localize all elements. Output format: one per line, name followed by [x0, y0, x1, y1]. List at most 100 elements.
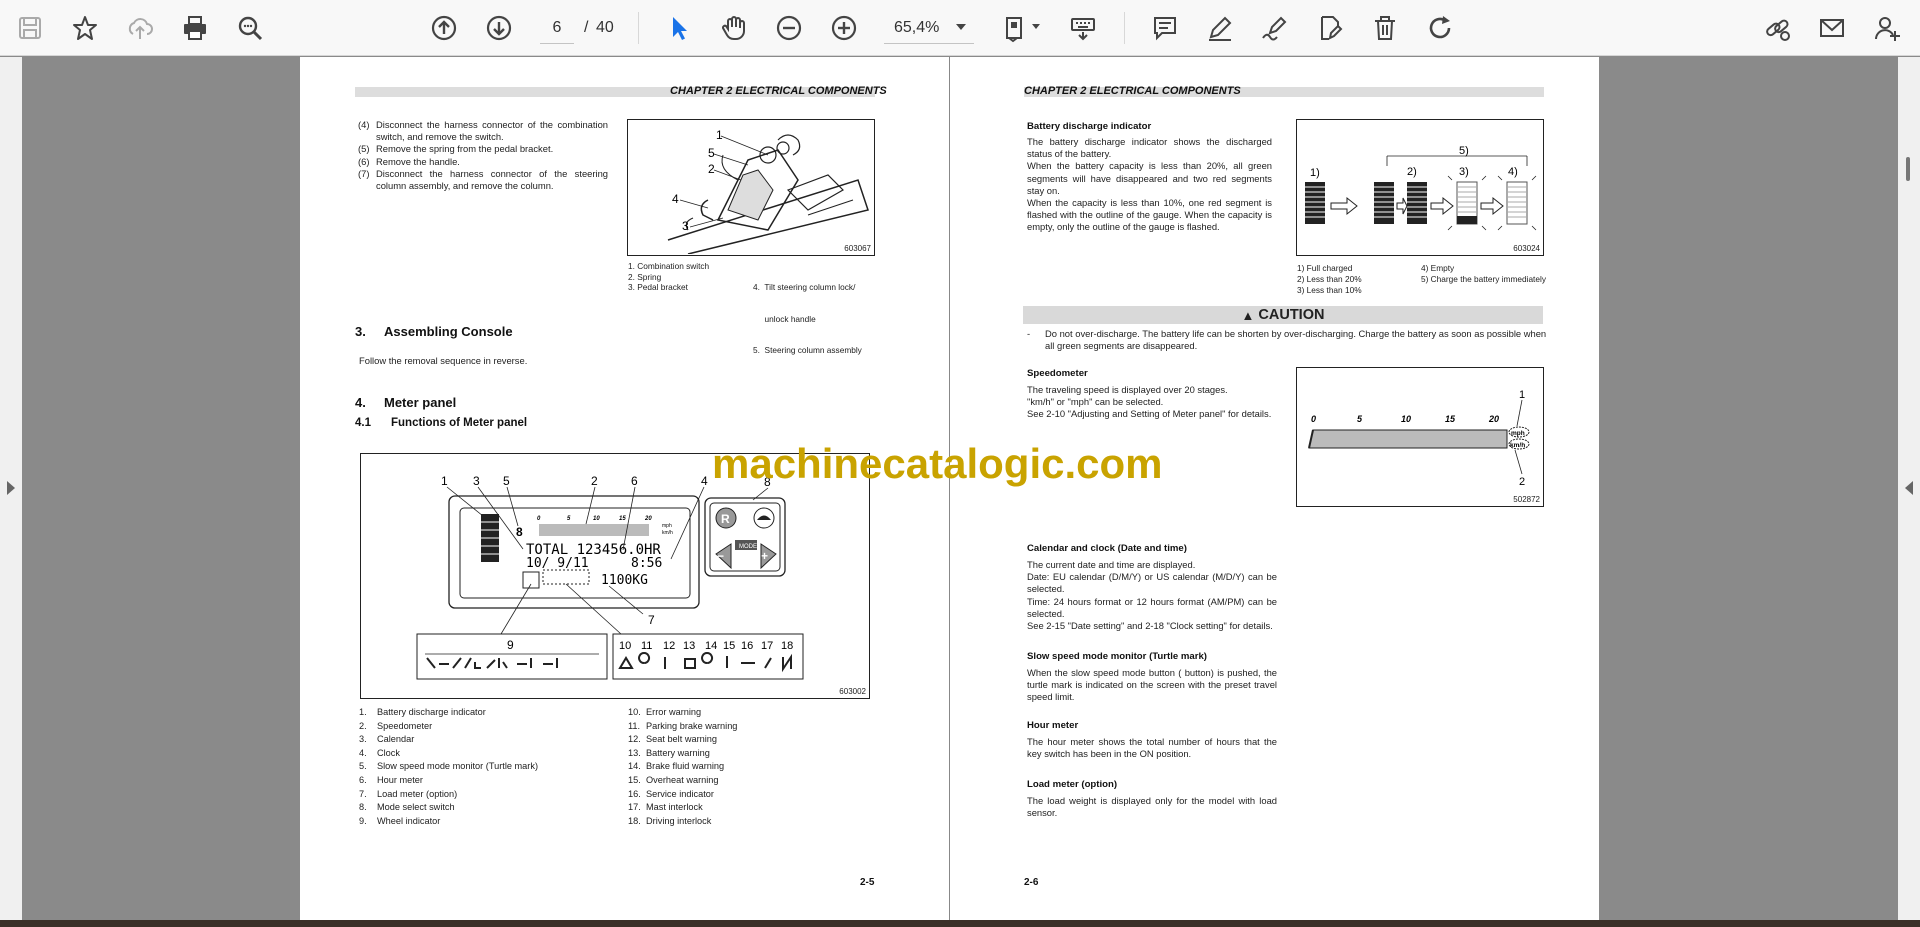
minus-button-label: −	[717, 549, 724, 563]
callout-label: 2	[1519, 476, 1525, 488]
delete-trash-icon[interactable]	[1365, 8, 1405, 48]
zoom-out-icon[interactable]	[769, 8, 809, 48]
load-meter-body: The load weight is displayed only for th…	[1027, 795, 1277, 819]
cloud-upload-icon[interactable]	[120, 8, 160, 48]
page-2-5: CHAPTER 2 ELECTRICAL COMPONENTS (4) Disco…	[300, 57, 949, 920]
select-cursor-icon[interactable]	[659, 8, 699, 48]
subsection-number: 4.1	[355, 417, 371, 429]
right-panel-toggle[interactable]	[1898, 57, 1920, 920]
section-number: 4.	[355, 395, 366, 410]
speedometer-figure: 0 5 10 15 20 mph km/h 1 2 502872	[1296, 367, 1544, 507]
section-body: Follow the removal sequence in reverse.	[359, 355, 528, 366]
callout-label: 14	[705, 640, 717, 652]
callout-label: 9	[507, 638, 514, 652]
speedometer-title: Speedometer	[1027, 368, 1088, 379]
edit-document-icon[interactable]	[1310, 8, 1350, 48]
step-item: (7) Disconnect the harness connector of t…	[358, 167, 608, 192]
scrollbar-thumb[interactable]	[1906, 157, 1910, 181]
callout-label: 18	[781, 640, 793, 652]
save-icon[interactable]	[10, 8, 50, 48]
lcd-scale-tick: 5	[567, 516, 571, 522]
gauge-label: 2)	[1407, 166, 1417, 178]
hour-meter-body: The hour meter shows the total number of…	[1027, 736, 1277, 760]
caution-text: - Do not over-discharge. The battery lif…	[1027, 328, 1547, 352]
left-panel-toggle[interactable]	[0, 57, 22, 920]
lcd-scale-tick: 0	[537, 516, 541, 522]
keyboard-icon[interactable]	[1063, 8, 1103, 48]
subsection-title: Functions of Meter panel	[391, 417, 528, 429]
step-item: (4) Disconnect the harness connector of t…	[358, 119, 608, 143]
lcd-turtle-digit: 8	[516, 525, 523, 539]
print-icon[interactable]	[175, 8, 215, 48]
page-fit-chevron-icon[interactable]	[1032, 24, 1040, 29]
lcd-scale-tick: 20	[644, 516, 652, 522]
add-user-icon[interactable]	[1867, 8, 1907, 48]
bookmark-star-icon[interactable]	[65, 8, 105, 48]
step-item: (6) Remove the handle.	[358, 155, 460, 167]
lcd-unit: km/h	[662, 530, 673, 536]
speed-unit: km/h	[1510, 442, 1525, 449]
callout-label: 3	[473, 474, 480, 488]
callout-label: 7	[648, 613, 655, 627]
share-link-icon[interactable]	[1757, 8, 1797, 48]
hand-tool-icon[interactable]	[714, 8, 754, 48]
caution-banner: ▲ CAUTION	[1023, 306, 1543, 324]
callout-label: 17	[761, 640, 773, 652]
zoom-select[interactable]: 65,4%	[884, 12, 974, 44]
console-figure: 1 5 2 4 3 603067	[627, 119, 875, 256]
battery-legend-right: 4) Empty 5) Charge the battery immediate…	[1421, 263, 1546, 284]
next-page-icon[interactable]	[479, 8, 519, 48]
rotate-icon[interactable]	[1420, 8, 1460, 48]
callout-label: 2	[591, 474, 598, 488]
speed-tick: 15	[1445, 414, 1456, 424]
steering-column-drawing: 1 5 2 4 3	[667, 128, 869, 255]
battery-title: Battery discharge indicator	[1027, 121, 1152, 132]
callout-label: 16	[741, 640, 753, 652]
section-number: 3.	[355, 324, 366, 339]
email-icon[interactable]	[1812, 8, 1852, 48]
meter-legend-left: 1. Battery discharge indicator 2. Speedome…	[359, 707, 539, 826]
previous-page-icon[interactable]	[424, 8, 464, 48]
lcd-scale-tick: 10	[593, 516, 600, 522]
zoom-search-icon[interactable]	[230, 8, 270, 48]
chevron-left-icon	[1905, 481, 1913, 495]
gauge-label: 3)	[1459, 166, 1469, 178]
lcd-date: 10/ 9/11	[526, 556, 589, 571]
speed-tick: 20	[1488, 414, 1499, 424]
slow-speed-body: When the slow speed mode button ( button…	[1027, 667, 1277, 703]
figure-code: 603024	[1513, 244, 1540, 253]
callout-label: 15	[723, 640, 735, 652]
page-2-6: CHAPTER 2 ELECTRICAL COMPONENTS Battery …	[950, 57, 1599, 920]
step-list: (4) Disconnect the harness connector of t…	[358, 119, 608, 192]
lcd-time: 8:56	[631, 556, 662, 571]
zoom-in-icon[interactable]	[824, 8, 864, 48]
callout-label: 1	[441, 474, 448, 488]
sign-pen-icon[interactable]	[1255, 8, 1295, 48]
section-title: Meter panel	[384, 395, 457, 410]
page-number: 2-5	[860, 877, 875, 888]
callout-label: 10	[619, 640, 631, 652]
page-number: 2-6	[1024, 877, 1039, 888]
lcd-scale-tick: 15	[619, 516, 626, 522]
comment-icon[interactable]	[1145, 8, 1185, 48]
meter-legend-right: 10. Error warning 11. Parking brake warnin…	[628, 707, 738, 826]
page-header: CHAPTER 2 ELECTRICAL COMPONENTS	[670, 85, 887, 97]
warning-triangle-icon: ▲	[1241, 307, 1255, 323]
hour-meter-title: Hour meter	[1027, 720, 1079, 731]
toolbar: / 40 65,4%	[0, 0, 1920, 56]
figure-legend-left: 1. Combination switch 2. Spring 3. Pedal…	[628, 261, 710, 292]
highlight-pen-icon[interactable]	[1200, 8, 1240, 48]
slow-speed-title: Slow speed mode monitor (Turtle mark)	[1027, 651, 1207, 662]
page-fit-icon[interactable]	[996, 8, 1036, 48]
gauge-label: 4)	[1508, 166, 1518, 178]
calendar-body: The current date and time are displayed.…	[1027, 559, 1277, 632]
battery-figure: 1) 2) 3) 4) 5) 603024	[1296, 119, 1544, 256]
gauge-label: 5)	[1459, 145, 1469, 157]
battery-body: The battery discharge indicator shows th…	[1027, 136, 1272, 233]
speed-tick: 0	[1311, 414, 1316, 424]
plus-button-label: +	[761, 549, 768, 563]
page-number-input[interactable]	[540, 12, 574, 44]
speedometer-drawing: 0 5 10 15 20 mph km/h 1 2	[1308, 389, 1530, 488]
callout-label: 3	[682, 219, 689, 233]
figure-code: 603067	[844, 244, 871, 253]
